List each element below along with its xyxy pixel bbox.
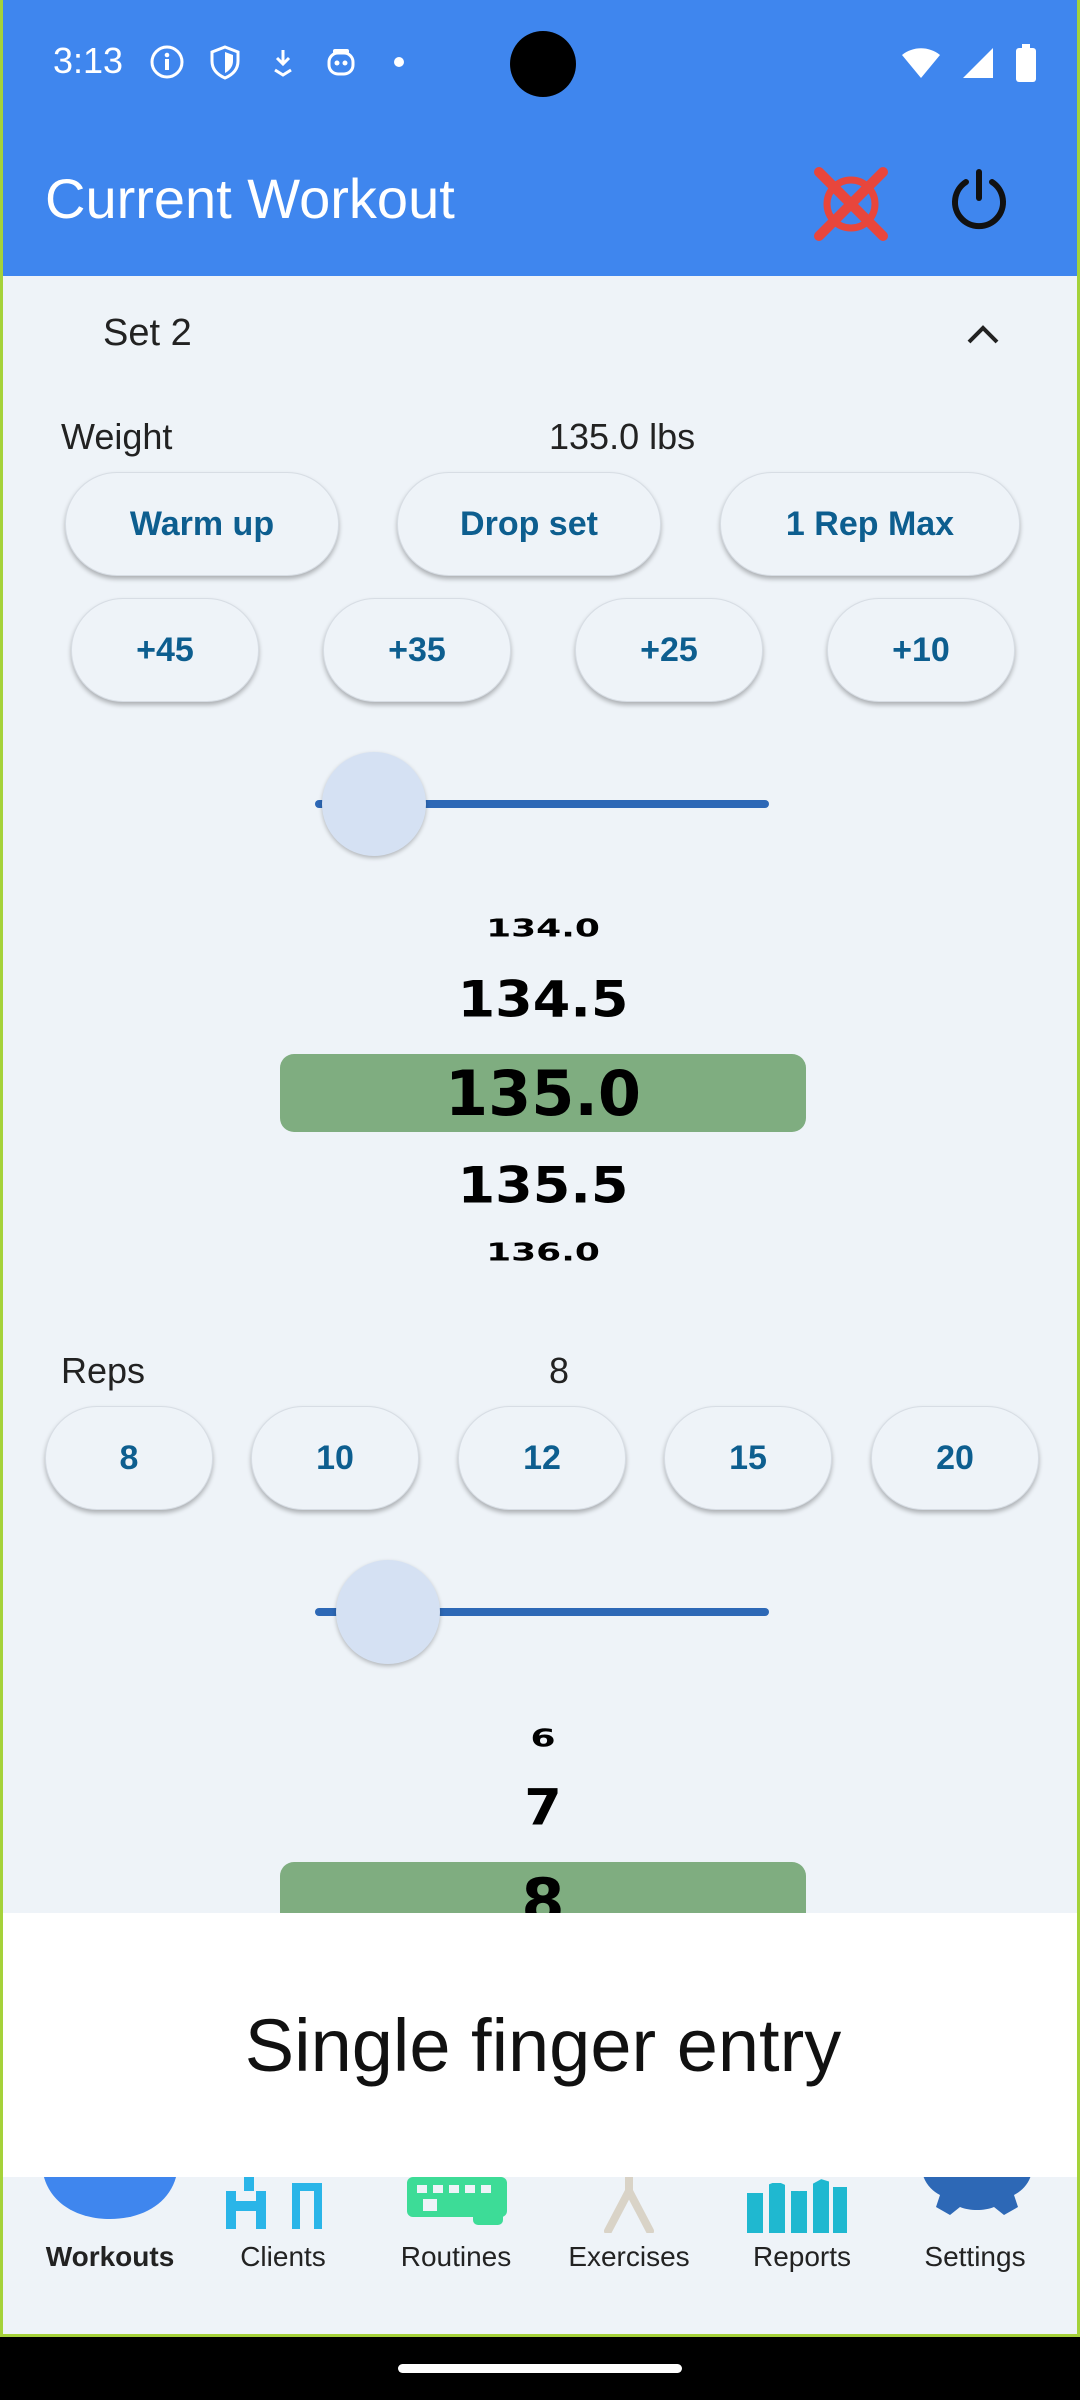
settings-gear-icon xyxy=(923,2177,1031,2215)
wifi-icon xyxy=(901,46,941,85)
add-10-button[interactable]: +10 xyxy=(827,598,1015,702)
add-45-button[interactable]: +45 xyxy=(71,598,259,702)
camera-cutout xyxy=(510,31,576,97)
chevron-up-icon[interactable] xyxy=(963,318,1003,348)
weight-value: 135.0 lbs xyxy=(549,416,696,457)
reps-label: Reps xyxy=(61,1350,146,1391)
reps-10-button[interactable]: 10 xyxy=(251,1406,419,1510)
drop-set-button[interactable]: Drop set xyxy=(397,472,661,576)
nav-exercises[interactable]: Exercises xyxy=(544,2177,714,2334)
warm-up-button[interactable]: Warm up xyxy=(65,472,339,576)
status-time: 3:13 xyxy=(53,40,124,81)
nav-label: Exercises xyxy=(568,2241,690,2272)
clients-icon xyxy=(226,2177,322,2229)
robot-face-icon xyxy=(323,44,359,80)
status-system-icons xyxy=(901,44,1037,87)
weight-picker-item[interactable]: 134.0 xyxy=(3,914,1077,943)
page-title: Current Workout xyxy=(45,167,455,230)
nav-label: Routines xyxy=(400,2241,512,2272)
power-icon[interactable] xyxy=(947,168,1011,232)
workouts-icon xyxy=(44,2177,176,2219)
shield-icon xyxy=(207,44,243,80)
nav-settings[interactable]: Settings xyxy=(890,2177,1060,2334)
weight-picker-item[interactable]: 136.0 xyxy=(3,1238,1077,1267)
weight-picker-item[interactable]: 135.5 xyxy=(3,1157,1077,1215)
nav-label: Workouts xyxy=(45,2241,175,2272)
download-icon xyxy=(265,44,301,80)
exercises-icon xyxy=(604,2177,654,2233)
nav-routines[interactable]: Routines xyxy=(371,2177,541,2334)
nav-clients[interactable]: Clients xyxy=(198,2177,368,2334)
routines-icon xyxy=(407,2177,507,2225)
weight-picker-selected[interactable]: 135.0 xyxy=(3,1057,1077,1130)
reps-20-button[interactable]: 20 xyxy=(871,1406,1039,1510)
weight-label: Weight xyxy=(61,416,173,457)
weight-slider-thumb[interactable] xyxy=(322,752,427,856)
reps-value: 8 xyxy=(549,1350,570,1391)
add-35-button[interactable]: +35 xyxy=(323,598,511,702)
reps-8-button[interactable]: 8 xyxy=(45,1406,213,1510)
battery-icon xyxy=(1015,44,1037,87)
cancel-workout-icon[interactable] xyxy=(811,164,891,244)
nav-label: Settings xyxy=(924,2241,1026,2272)
info-icon xyxy=(149,44,185,80)
reps-picker-item[interactable]: 6 xyxy=(3,1724,1077,1753)
one-rep-max-button[interactable]: 1 Rep Max xyxy=(720,472,1020,576)
signal-icon xyxy=(961,46,995,85)
set-header[interactable]: Set 2 xyxy=(103,312,192,355)
bottom-navigation: Workouts Clients Routines Exercises Repo… xyxy=(3,2177,1077,2334)
nav-label: Clients xyxy=(240,2241,326,2272)
reps-12-button[interactable]: 12 xyxy=(458,1406,626,1510)
reps-slider-thumb[interactable] xyxy=(335,1560,440,1664)
add-25-button[interactable]: +25 xyxy=(575,598,763,702)
app-frame: 3:13 Current Workout Set 2 Weight 135.0 … xyxy=(0,0,1080,2337)
nav-workouts[interactable]: Workouts xyxy=(25,2177,195,2334)
toast-message: Single finger entry xyxy=(3,1913,1077,2177)
nav-reports[interactable]: Reports xyxy=(717,2177,887,2334)
reports-icon xyxy=(746,2177,848,2233)
home-indicator[interactable] xyxy=(398,2364,682,2373)
app-bar: 3:13 Current Workout xyxy=(3,0,1077,276)
reps-15-button[interactable]: 15 xyxy=(664,1406,832,1510)
weight-picker-item[interactable]: 134.5 xyxy=(3,971,1077,1029)
status-notification-icons xyxy=(149,44,417,80)
dot-icon xyxy=(381,44,417,80)
reps-picker-item[interactable]: 7 xyxy=(3,1779,1077,1837)
nav-label: Reports xyxy=(752,2241,852,2272)
